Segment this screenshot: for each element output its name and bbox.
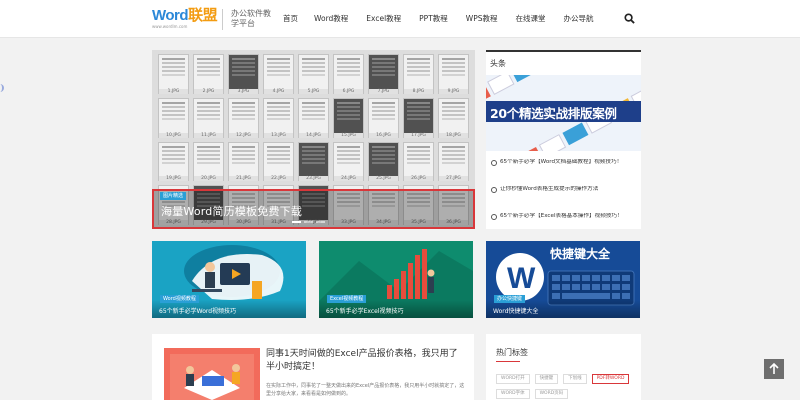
card-excel-video[interactable]: Excel视频教程 65个新手必学Excel视频技巧 xyxy=(319,241,473,318)
slider-title[interactable]: 海量Word简历模板免费下载 xyxy=(161,203,302,219)
main-nav: 首页 Word教程 Excel教程 PPT教程 WPS教程 在线课堂 办公导航 xyxy=(283,13,612,24)
nav-wps[interactable]: WPS教程 xyxy=(466,13,498,24)
side-tab[interactable] xyxy=(0,84,4,92)
site-logo[interactable]: Word联盟 www.wordlm.com xyxy=(152,7,220,33)
slider-tag[interactable]: 图片精选 xyxy=(160,192,187,200)
tag-item[interactable]: WORD页码 xyxy=(534,389,569,399)
headlines-title: 头条 xyxy=(490,59,506,68)
nav-ppt[interactable]: PPT教程 xyxy=(419,13,448,24)
article-thumbnail[interactable] xyxy=(164,348,260,400)
card-word-shortcuts[interactable]: W 快捷键大全 办公快捷键 Word快捷键大全 xyxy=(486,241,640,318)
tag-item[interactable]: 快捷键 xyxy=(534,374,559,384)
card-banner-text: 快捷键大全 xyxy=(550,247,611,261)
article-item: 同事1天时间做的Excel产品报价表格，我只用了半小时搞定！ 在实际工作中，同事… xyxy=(152,334,474,400)
article-excerpt: 在实际工作中，同事花了一整天做出来的Excel产品报价表格，我只用半小时就搞定了… xyxy=(266,383,465,397)
site-slogan: 办公软件教学平台 xyxy=(231,9,271,28)
hot-tags-panel: 热门标签 WORD打开 快捷键 下划线 PDF转WORD WORD字体 WORD… xyxy=(486,334,641,400)
nav-word[interactable]: Word教程 xyxy=(314,13,348,24)
article-illustration xyxy=(170,354,254,400)
article-title[interactable]: 同事1天时间做的Excel产品报价表格，我只用了半小时搞定！ xyxy=(266,348,466,374)
headline-item[interactable]: 65个新手必学【Word文档基础教程】视频技巧！ xyxy=(490,159,640,186)
card-word-video[interactable]: Word视频教程 65个新手必学Word视频技巧 xyxy=(152,241,306,318)
logo-word: Word xyxy=(152,7,189,24)
slider-pagination xyxy=(292,221,325,223)
slider-dot-1[interactable] xyxy=(292,221,301,223)
scroll-to-top-button[interactable] xyxy=(764,359,784,379)
tag-item[interactable]: WORD字体 xyxy=(496,389,530,399)
card-title[interactable]: 65个新手必学Word视频技巧 xyxy=(159,306,236,315)
svg-text:W: W xyxy=(507,262,536,295)
logo-lian: 联盟 xyxy=(188,7,218,24)
nav-office-nav[interactable]: 办公导航 xyxy=(564,13,594,24)
tag-item[interactable]: WORD打开 xyxy=(496,374,530,384)
slider-dot-3[interactable] xyxy=(316,221,325,223)
headline-item[interactable]: 让你秒懂Word表格生成提示的操作方法 xyxy=(490,186,640,213)
arrow-up-icon xyxy=(769,362,779,374)
logo-divider xyxy=(222,9,223,30)
nav-excel[interactable]: Excel教程 xyxy=(366,13,401,24)
headlines-banner[interactable]: 20个精选实战排版案例 xyxy=(486,75,641,151)
slider-dot-2[interactable] xyxy=(304,221,313,223)
headline-item[interactable]: 65个新手必学【Excel表格基本操作】视频技巧！ xyxy=(490,213,640,240)
nav-online-class[interactable]: 在线课堂 xyxy=(516,13,546,24)
tag-item[interactable]: PDF转WORD xyxy=(591,374,630,384)
headlines-list: 65个新手必学【Word文档基础教程】视频技巧！ 让你秒懂Word表格生成提示的… xyxy=(490,159,640,240)
card-title[interactable]: Word快捷键大全 xyxy=(493,306,538,315)
tag-list: WORD打开 快捷键 下划线 PDF转WORD WORD字体 WORD页码 xyxy=(496,374,636,399)
card-tag[interactable]: Word视频教程 xyxy=(160,295,199,303)
search-icon[interactable] xyxy=(624,13,635,24)
hot-tags-underline xyxy=(496,361,520,362)
card-title[interactable]: 65个新手必学Excel视频技巧 xyxy=(326,306,404,315)
tag-item[interactable]: 下划线 xyxy=(563,374,587,384)
banner-text: 20个精选实战排版案例 xyxy=(490,106,617,121)
logo-url: www.wordlm.com xyxy=(152,24,188,29)
headlines-panel: 头条 20个精选实战排版案例 65个新手必学【Word文档基础教程】视频技巧！ … xyxy=(486,50,641,229)
card-tag[interactable]: Excel视频教程 xyxy=(327,295,367,303)
card-tag[interactable]: 办公快捷键 xyxy=(494,295,526,303)
hot-tags-title: 热门标签 xyxy=(496,348,528,357)
nav-home[interactable]: 首页 xyxy=(283,13,298,24)
site-header: Word联盟 www.wordlm.com 办公软件教学平台 首页 Word教程… xyxy=(0,0,800,38)
